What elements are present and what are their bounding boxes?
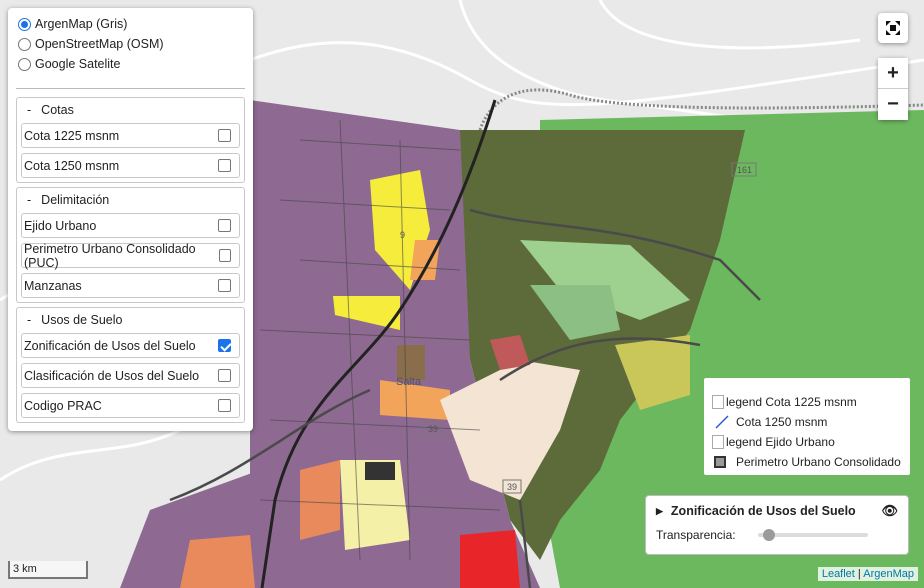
- attribution: Leaflet | ArgenMap: [817, 567, 918, 581]
- layer-label: Perimetro Urbano Consolidado (PUC): [24, 241, 196, 270]
- group-header[interactable]: - Cotas: [21, 102, 240, 118]
- checkbox[interactable]: [218, 219, 231, 232]
- group-title: Usos de Suelo: [41, 313, 123, 327]
- map-legend: legend Cota 1225 msnm Cota 1250 msnm leg…: [704, 378, 910, 475]
- transparency-slider[interactable]: [757, 529, 868, 541]
- radio-button[interactable]: [18, 17, 31, 31]
- layer-item-ejido[interactable]: Ejido Urbano: [21, 213, 240, 238]
- legend-item: legend Cota 1225 msnm: [712, 392, 902, 412]
- road-label-39-b: 39: [507, 482, 517, 492]
- layer-label: Cota 1250 msnm: [24, 158, 120, 173]
- orange-zone-3: [300, 460, 340, 540]
- basemap-label: Google Satelite: [35, 57, 121, 71]
- layer-item-puc[interactable]: Perimetro Urbano Consolidado (PUC): [21, 241, 240, 270]
- eye-icon[interactable]: 👁: [881, 503, 898, 519]
- place-label: Salta: [396, 376, 422, 388]
- transparency-row: Transparencia:: [656, 528, 898, 542]
- zoom-out-button[interactable]: −: [878, 89, 908, 120]
- checkbox[interactable]: [218, 279, 231, 292]
- legend-item: Perimetro Urbano Consolidado: [712, 452, 902, 472]
- group-cotas: - Cotas Cota 1225 msnm Cota 1250 msnm: [16, 97, 245, 183]
- group-title: Delimitación: [41, 193, 110, 207]
- broken-image-icon: [712, 435, 724, 449]
- zonification-header[interactable]: ▶ Zonificación de Usos del Suelo 👁: [656, 502, 898, 520]
- scale-bar: 3 km: [8, 561, 88, 579]
- fullscreen-icon: [886, 21, 900, 35]
- zonification-title: Zonificación de Usos del Suelo: [670, 504, 856, 518]
- fullscreen-button[interactable]: [878, 13, 908, 43]
- zoom-in-button[interactable]: +: [878, 58, 908, 89]
- basemap-option-osm[interactable]: OpenStreetMap (OSM): [16, 34, 245, 54]
- group-delimitacion: - Delimitación Ejido Urbano Perimetro Urb…: [16, 187, 245, 303]
- checkbox[interactable]: [218, 159, 231, 172]
- leaflet-link[interactable]: Leaflet: [822, 568, 855, 580]
- gray-square-icon: [714, 456, 726, 468]
- red-zone: [460, 530, 520, 588]
- legend-item: legend Ejido Urbano: [712, 432, 902, 452]
- argenmap-link[interactable]: ArgenMap: [863, 568, 914, 580]
- zoom-control: + −: [878, 58, 908, 120]
- layer-item-zonificacion[interactable]: Zonificación de Usos del Suelo: [21, 333, 240, 358]
- map-canvas[interactable]: 161 39 39 9 Salta ArgenMap (Gris) OpenSt…: [0, 0, 924, 588]
- layer-item-cota-1250[interactable]: Cota 1250 msnm: [21, 153, 240, 178]
- transparency-label: Transparencia:: [656, 528, 736, 542]
- group-header[interactable]: - Usos de Suelo: [21, 312, 240, 328]
- orange-zone-4: [180, 535, 255, 588]
- legend-label: Perimetro Urbano Consolidado: [736, 455, 901, 469]
- checkbox[interactable]: [218, 369, 231, 382]
- layer-item-prac[interactable]: Codigo PRAC: [21, 393, 240, 418]
- checkbox[interactable]: [218, 339, 231, 352]
- blue-line-icon: [715, 415, 729, 429]
- expand-triangle-icon[interactable]: ▶: [656, 506, 663, 517]
- layer-label: Zonificación de Usos del Suelo: [24, 338, 196, 353]
- radio-button[interactable]: [18, 57, 31, 71]
- layer-label: Manzanas: [24, 278, 82, 293]
- center-zone: [397, 345, 425, 380]
- layer-label: Ejido Urbano: [24, 218, 97, 233]
- checkbox[interactable]: [218, 129, 231, 142]
- basemap-label: ArgenMap (Gris): [35, 17, 128, 31]
- broken-image-icon: [712, 395, 724, 409]
- layer-item-manzanas[interactable]: Manzanas: [21, 273, 240, 298]
- layer-label: Codigo PRAC: [24, 398, 102, 413]
- checkbox[interactable]: [218, 249, 231, 262]
- legend-item: Cota 1250 msnm: [712, 412, 902, 432]
- layer-label: Clasificación de Usos del Suelo: [24, 368, 200, 383]
- checkbox[interactable]: [218, 399, 231, 412]
- basemap-list: ArgenMap (Gris) OpenStreetMap (OSM) Goog…: [16, 14, 245, 74]
- radio-button[interactable]: [18, 37, 31, 51]
- legend-label: Cota 1250 msnm: [736, 415, 828, 429]
- slider-knob[interactable]: [763, 529, 776, 541]
- basemap-label: OpenStreetMap (OSM): [35, 37, 164, 51]
- group-title: Cotas: [41, 103, 74, 117]
- road-label-161: 161: [737, 165, 752, 175]
- basemap-option-argenmap[interactable]: ArgenMap (Gris): [16, 14, 245, 34]
- road-label-39: 39: [428, 424, 438, 434]
- zonification-panel: ▶ Zonificación de Usos del Suelo 👁 Trans…: [646, 496, 908, 554]
- legend-label: legend Cota 1225 msnm: [726, 395, 857, 409]
- group-header[interactable]: - Delimitación: [21, 192, 240, 208]
- layer-item-cota-1225[interactable]: Cota 1225 msnm: [21, 123, 240, 148]
- dark-block: [365, 462, 395, 480]
- layer-item-clasificacion[interactable]: Clasificación de Usos del Suelo: [21, 363, 240, 388]
- road-label-9: 9: [400, 230, 405, 240]
- separator: [16, 88, 245, 89]
- group-usos-suelo: - Usos de Suelo Zonificación de Usos del …: [16, 307, 245, 423]
- basemap-option-google[interactable]: Google Satelite: [16, 54, 245, 74]
- layer-control-panel: ArgenMap (Gris) OpenStreetMap (OSM) Goog…: [8, 8, 253, 431]
- attribution-separator: |: [854, 568, 864, 580]
- layer-label: Cota 1225 msnm: [24, 128, 120, 143]
- legend-label: legend Ejido Urbano: [726, 435, 835, 449]
